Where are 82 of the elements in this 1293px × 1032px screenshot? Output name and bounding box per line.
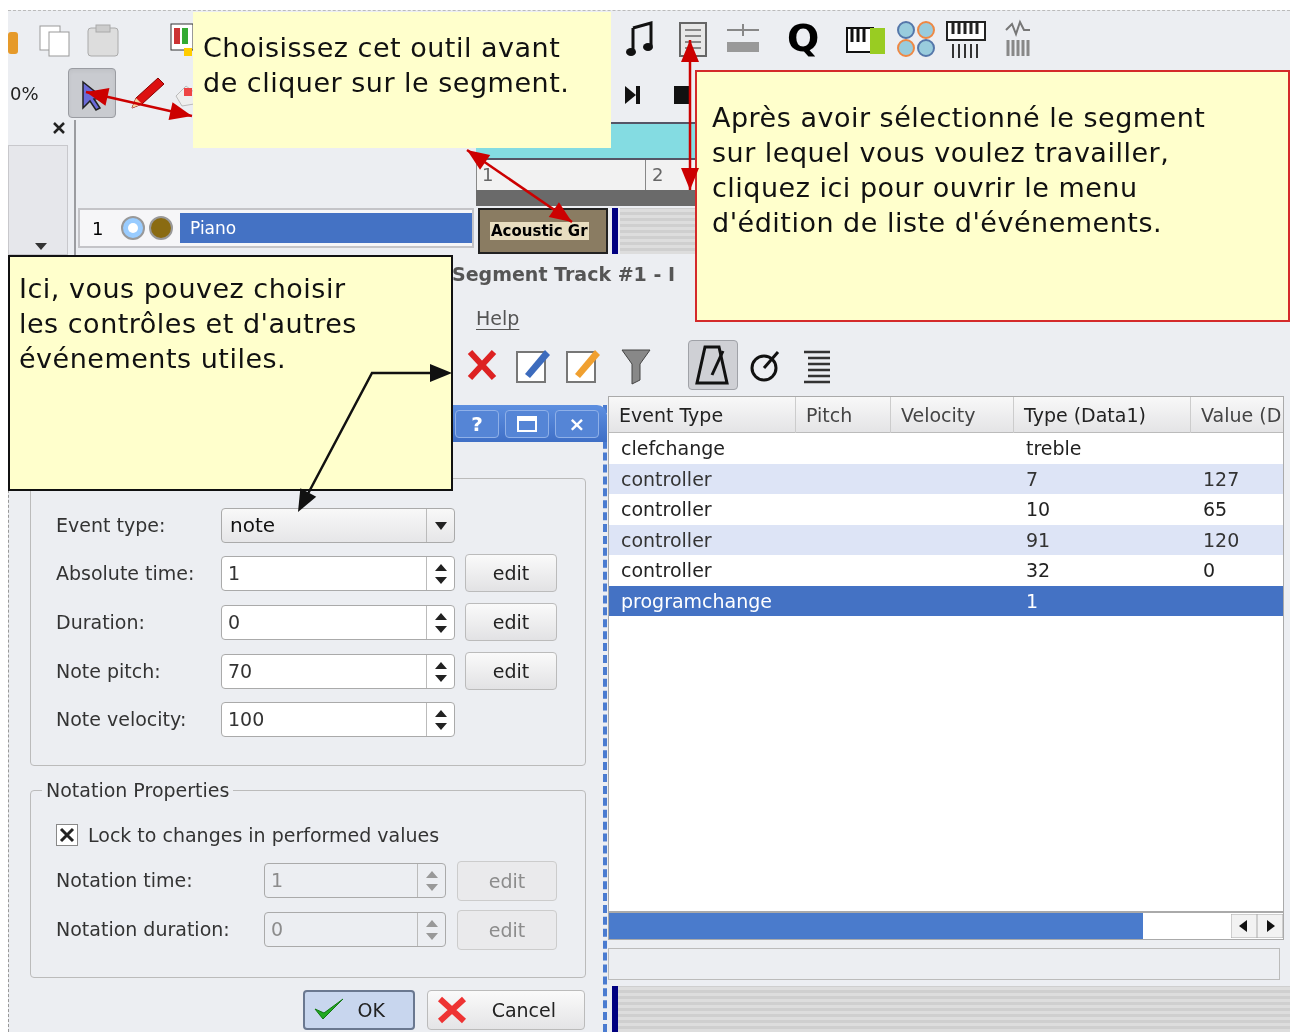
window-title: Segment Track #1 - I bbox=[452, 262, 675, 287]
callout: Ici, vous pouvez choisir les contrôles et d'autres événements utiles. bbox=[8, 255, 453, 491]
playhead bbox=[612, 208, 618, 254]
checkbox[interactable] bbox=[56, 824, 78, 846]
field-label: Event type: bbox=[56, 513, 166, 538]
table-row[interactable]: controller 7 127 bbox=[609, 463, 1283, 494]
zoom-label: 0% bbox=[10, 82, 39, 106]
table-cell: 32 bbox=[1026, 559, 1051, 581]
table-row[interactable]: programchange 1 bbox=[609, 585, 1283, 616]
quantize-icon[interactable]: Q bbox=[787, 14, 820, 62]
table-cell: 10 bbox=[1026, 498, 1051, 520]
audio-mixer-icon[interactable] bbox=[1004, 18, 1032, 58]
table-cell: programchange bbox=[621, 589, 773, 612]
cancel-button[interactable]: Cancel bbox=[427, 990, 585, 1030]
table-cell: 120 bbox=[1203, 528, 1240, 551]
check-mark-icon bbox=[59, 827, 75, 843]
table-cell: controller bbox=[621, 467, 712, 490]
scroll-right-icon[interactable] bbox=[1257, 914, 1283, 938]
spin-box[interactable]: 100 bbox=[221, 702, 455, 737]
field-label: Absolute time: bbox=[56, 561, 195, 586]
table-cell: 127 bbox=[1203, 467, 1240, 490]
event-type-dropdown[interactable]: note bbox=[221, 508, 455, 543]
edit-button[interactable]: edit bbox=[465, 652, 557, 690]
scroll-left-icon[interactable] bbox=[1231, 914, 1257, 938]
delete-icon[interactable] bbox=[466, 348, 498, 382]
menu-item[interactable]: Help bbox=[476, 304, 520, 333]
playhead bbox=[612, 986, 618, 1032]
close-icon[interactable] bbox=[52, 120, 66, 136]
toolbar-icon[interactable] bbox=[170, 22, 194, 58]
spin-arrows-icon bbox=[434, 660, 447, 683]
callout: Après avoir sélectionné le segment sur lequel vous voulez travailler, cliquez ici pour ouvrir le menu d'édition de liste d'événements. bbox=[695, 70, 1290, 322]
metronome-button[interactable] bbox=[688, 340, 738, 390]
ok-button[interactable]: OK bbox=[303, 990, 415, 1030]
track-number: 1 bbox=[92, 216, 105, 241]
field-label: Note velocity: bbox=[56, 707, 187, 732]
stop-icon[interactable] bbox=[672, 84, 692, 106]
mute-led-icon[interactable] bbox=[120, 215, 146, 241]
callout: Choisissez cet outil avant de cliquer sur le segment. bbox=[193, 12, 611, 148]
dropdown-arrow-icon bbox=[434, 521, 447, 530]
table-cell: 7 bbox=[1026, 467, 1039, 490]
edit-button[interactable]: edit bbox=[465, 554, 557, 592]
segment-block[interactable]: Acoustic Gr bbox=[478, 208, 608, 254]
table-cell: 65 bbox=[1203, 498, 1228, 520]
table-cell: treble bbox=[1026, 437, 1082, 459]
table-cell: 91 bbox=[1026, 528, 1051, 551]
help-button[interactable]: ? bbox=[455, 410, 499, 438]
field-label: Notation duration: bbox=[56, 917, 230, 942]
spin-box[interactable]: 1 bbox=[221, 556, 455, 591]
cancel-icon bbox=[436, 995, 468, 1025]
checkbox-label[interactable]: Lock to changes in performed values bbox=[88, 818, 440, 852]
track-name-label[interactable]: Piano bbox=[180, 213, 472, 243]
loop-icon[interactable] bbox=[748, 348, 782, 384]
maximize-button[interactable] bbox=[505, 410, 549, 438]
field-label: Notation time: bbox=[56, 868, 193, 893]
scrollbar-thumb[interactable] bbox=[609, 913, 1143, 939]
knobs-icon[interactable] bbox=[896, 20, 938, 58]
table-cell: controller bbox=[621, 559, 712, 581]
table-cell: 0 bbox=[1203, 559, 1216, 581]
keyboard-icon[interactable] bbox=[846, 26, 886, 56]
close-button[interactable]: × bbox=[555, 410, 599, 438]
ruler-label: 2 bbox=[652, 164, 664, 186]
edit-button[interactable]: edit bbox=[465, 603, 557, 641]
spin-arrows-icon bbox=[434, 611, 447, 634]
spin-arrows-icon bbox=[425, 918, 438, 941]
table-row[interactable]: controller 91 120 bbox=[609, 524, 1283, 555]
table-cell: controller bbox=[621, 528, 712, 551]
field-label: Duration: bbox=[56, 610, 145, 635]
field-label: Note pitch: bbox=[56, 659, 161, 684]
table-cell: 1 bbox=[1026, 589, 1039, 612]
spin-box[interactable]: 70 bbox=[221, 654, 455, 689]
spin-arrows-icon bbox=[425, 869, 438, 892]
ruler-label: 1 bbox=[482, 164, 494, 186]
spin-arrows-icon bbox=[434, 562, 447, 585]
funnel-icon[interactable] bbox=[620, 346, 652, 386]
spin-arrows-icon bbox=[434, 708, 447, 731]
table-cell: controller bbox=[621, 498, 712, 520]
record-led-icon[interactable] bbox=[148, 215, 174, 241]
spin-box[interactable]: 0 bbox=[221, 605, 455, 640]
maximize-icon bbox=[517, 416, 537, 432]
piano-icon[interactable] bbox=[945, 20, 989, 60]
select-tool-button[interactable] bbox=[68, 68, 116, 118]
table-cell: clefchange bbox=[621, 437, 726, 459]
